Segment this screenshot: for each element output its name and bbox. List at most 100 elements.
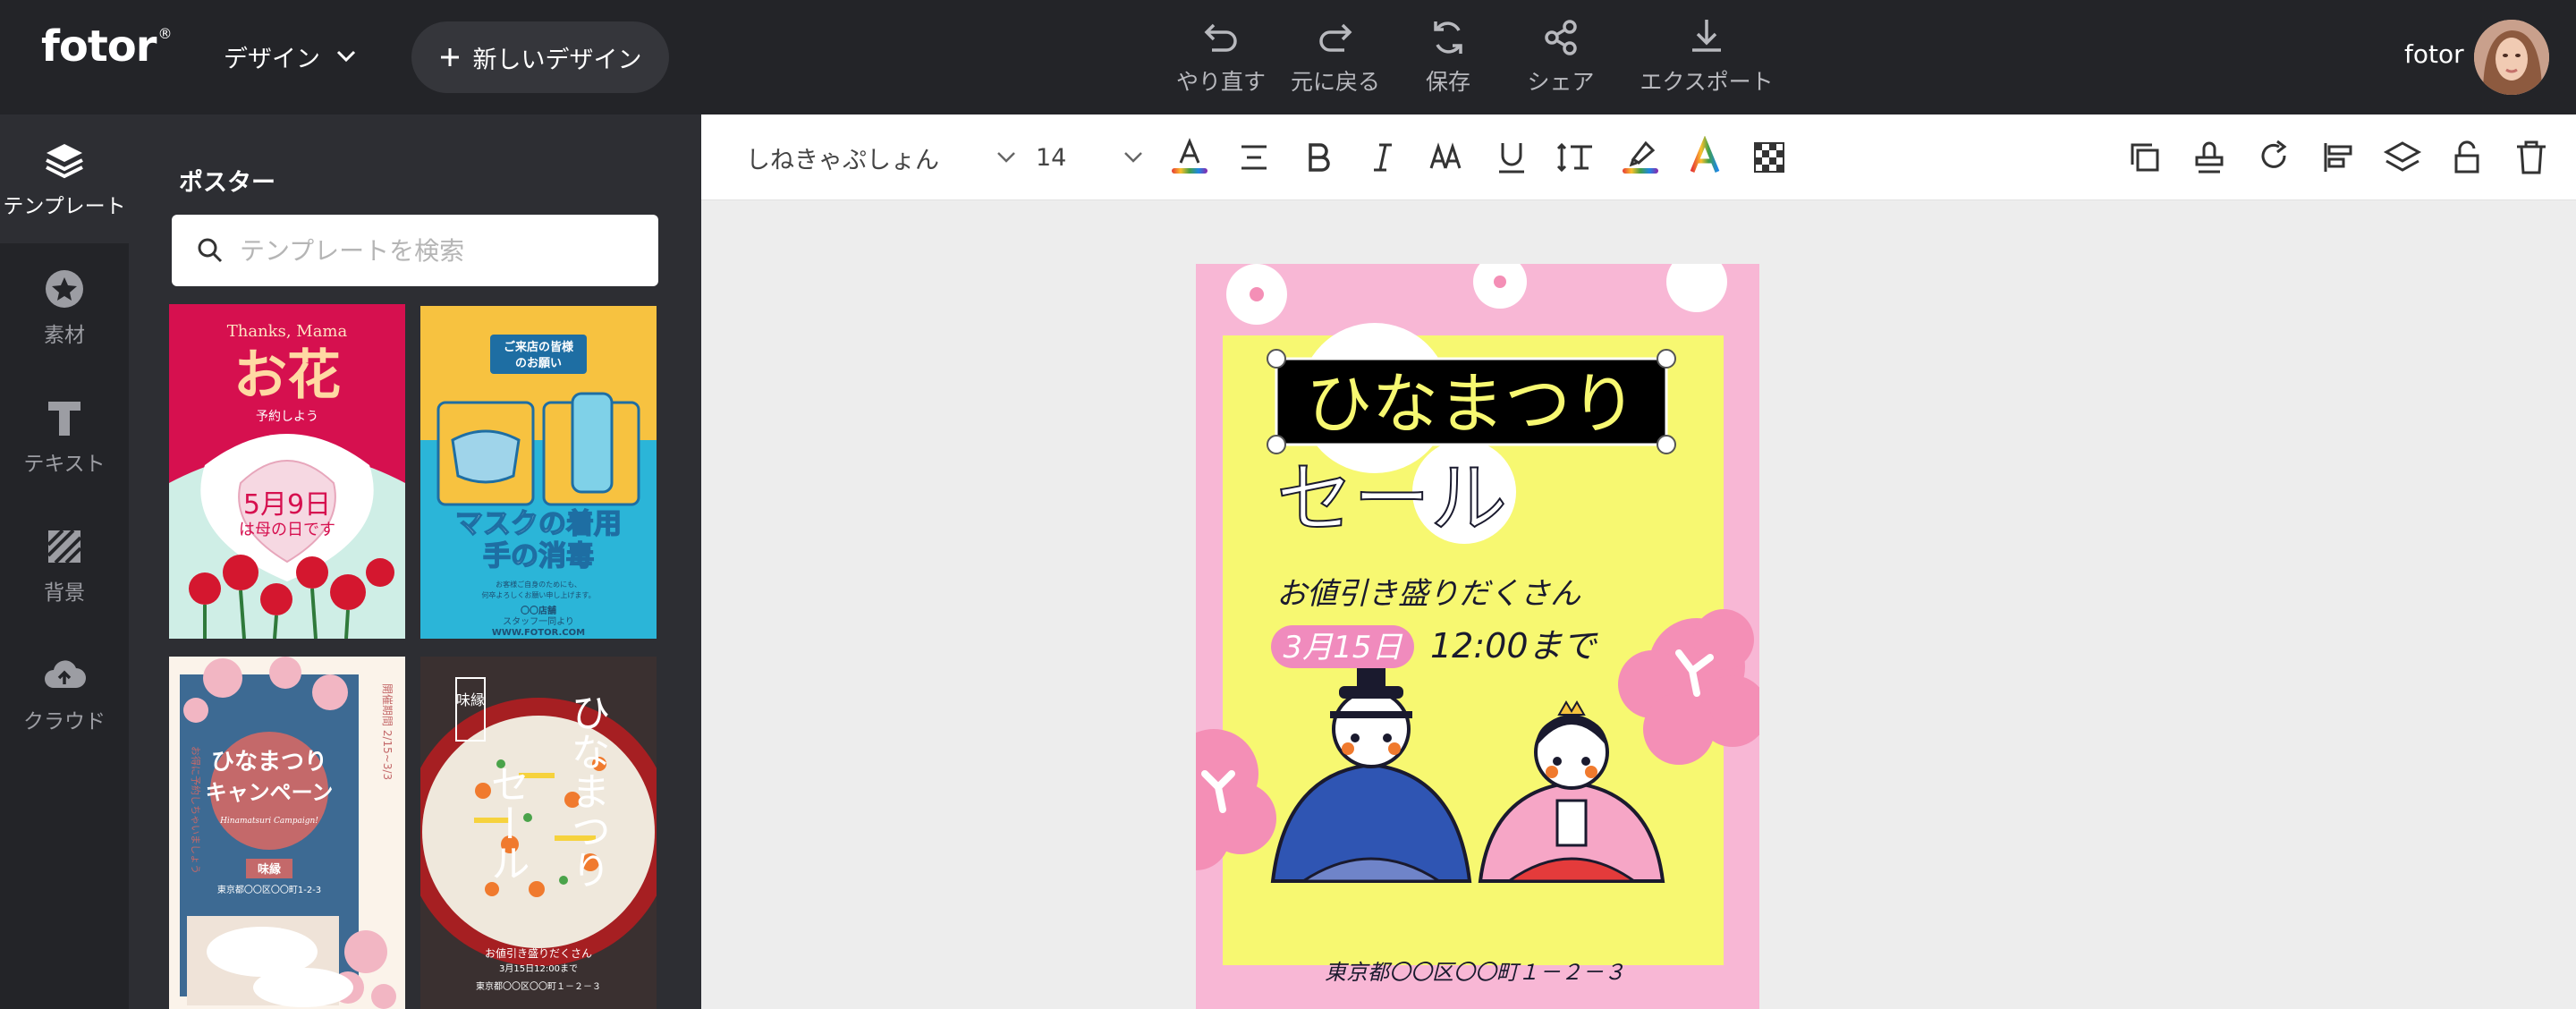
nav-background-label: 背景 — [44, 581, 85, 605]
tpl1-text-2: 予約しよう — [256, 410, 318, 424]
bold-icon — [1309, 143, 1330, 172]
tpl4-text-5: 東京都〇〇区〇〇町１－２－３ — [476, 980, 601, 992]
new-design-label: 新しいデザイン — [472, 46, 642, 74]
resize-handle-bottom-right[interactable] — [1657, 435, 1676, 454]
tpl1-text-4: は母の日です — [239, 521, 335, 539]
header-tools: やり直す 元に戻る 保存 シェア エクスポート — [1163, 16, 1796, 97]
nav-text[interactable]: テキスト — [0, 372, 129, 501]
nav-elements-label: 素材 — [44, 324, 85, 347]
font-size-value: 14 — [1036, 143, 1067, 172]
case-button[interactable] — [1426, 136, 1469, 179]
tpl2-text-8: WWW.FOTOR.COM — [492, 628, 585, 638]
style-stamp-button[interactable] — [2188, 136, 2231, 179]
tpl2-text-7: スタッフ一同より — [503, 616, 574, 627]
nav-cloud-label: クラウド — [23, 710, 106, 733]
nav-templates-label: テンプレート — [3, 195, 126, 218]
layer-order-button[interactable] — [2381, 136, 2424, 179]
align-objects-button[interactable] — [2317, 136, 2360, 179]
cloud-upload-icon — [45, 660, 86, 688]
bold-button[interactable] — [1297, 136, 1340, 179]
avatar[interactable] — [2474, 20, 2549, 95]
template-hinamatsuri-campaign[interactable]: ひなまつり キャンペーン Hinamatsuri Campaign! 開催期間 … — [169, 657, 405, 1009]
top-bar: fotor ® デザイン 新しいデザイン やり直す 元に戻る 保存 シェア エクス… — [0, 0, 2576, 114]
italic-button[interactable] — [1361, 136, 1404, 179]
rotate-button[interactable] — [2252, 136, 2295, 179]
design-menu[interactable]: デザイン — [224, 36, 356, 77]
undo-button[interactable]: やり直す — [1163, 16, 1279, 97]
font-family-value: しねきゃぷしょん — [746, 146, 939, 174]
nav-background[interactable]: 背景 — [0, 501, 129, 630]
spacing-button[interactable] — [1555, 136, 1597, 179]
avatar-image — [2474, 20, 2549, 95]
underline-icon — [1499, 143, 1524, 174]
poster-art: ひなまつり セール お値引き盛りだくさん 3月15日 12:00まで 東京都〇〇… — [1196, 264, 1759, 1009]
font-size-select[interactable]: 14 — [1036, 140, 1143, 175]
nav-cloud[interactable]: クラウド — [0, 630, 129, 759]
tpl2-text-5: 何卒よろしくお願い申し上げます。 — [481, 590, 595, 599]
template-search[interactable] — [172, 215, 658, 286]
text-case-icon — [1429, 142, 1462, 169]
text-format-toolbar: しねきゃぷしょん 14 — [701, 114, 2576, 200]
redo-button[interactable]: 元に戻る — [1279, 16, 1392, 97]
export-label: エクスポート — [1640, 69, 1774, 95]
search-input[interactable] — [240, 235, 633, 266]
poster-address[interactable]: 東京都〇〇区〇〇町１－２－３ — [1325, 960, 1625, 985]
gradient-text-button[interactable] — [1683, 136, 1726, 179]
resize-handle-top-left[interactable] — [1267, 349, 1286, 369]
resize-handle-bottom-left[interactable] — [1267, 435, 1286, 454]
duplicate-button[interactable] — [2123, 136, 2166, 179]
text-color-button[interactable] — [1168, 136, 1211, 179]
save-button[interactable]: 保存 — [1392, 16, 1504, 97]
align-button[interactable] — [1233, 136, 1275, 179]
tpl3-text-6: 東京都〇〇区〇〇町1-2-3 — [217, 884, 321, 895]
text-color-icon — [1172, 138, 1208, 174]
share-button[interactable]: シェア — [1504, 16, 1617, 97]
resize-handle-top-right[interactable] — [1657, 349, 1676, 369]
template-mask-notice-art: ご来店の皆様 のお願い マスクの着用 手の消毒 お客様ご自身のためにも、 何卒よ… — [420, 306, 657, 639]
fotor-logo[interactable]: fotor ® — [41, 21, 172, 72]
transparency-button[interactable] — [1748, 136, 1791, 179]
template-hinamatsuri-campaign-art: ひなまつり キャンペーン Hinamatsuri Campaign! 開催期間 … — [169, 657, 405, 1009]
undo-icon — [1204, 23, 1237, 52]
chevron-down-icon — [997, 152, 1015, 163]
tpl3-text-0: ひなまつり — [211, 749, 327, 776]
redo-icon — [1319, 23, 1352, 52]
redo-label: 元に戻る — [1290, 69, 1380, 95]
highlighter-icon — [1623, 140, 1658, 174]
template-mothers-day[interactable]: Thanks, Mama お花 予約しよう 5月9日 は母の日です — [169, 304, 405, 639]
export-icon — [1692, 20, 1721, 52]
tpl1-text-1: お花 — [233, 344, 341, 407]
user-name[interactable]: fotor — [2404, 39, 2464, 69]
poster-title[interactable]: ひなまつり — [1306, 366, 1637, 443]
tpl3-text-4: お得に予約しちゃいましょう — [190, 746, 202, 874]
nav-templates[interactable]: テンプレート — [0, 114, 129, 243]
font-family-select[interactable]: しねきゃぷしょん — [746, 140, 1016, 175]
delete-button[interactable] — [2510, 136, 2553, 179]
highlight-button[interactable] — [1619, 136, 1662, 179]
align-center-icon — [1241, 145, 1267, 170]
tpl3-text-1: キャンペーン — [206, 780, 334, 805]
poster-tagline[interactable]: お値引き盛りだくさん — [1276, 576, 1581, 612]
chevron-down-icon — [336, 50, 356, 63]
template-hinamatsuri-sale-food[interactable]: 味縁 ひなまつり セール お値引き盛りだくさん 3月15日12:00まで 東京都… — [420, 657, 657, 1009]
duplicate-icon — [2131, 143, 2159, 172]
new-design-button[interactable]: 新しいデザイン — [411, 21, 669, 93]
italic-icon — [1374, 143, 1392, 172]
trash-icon — [2517, 140, 2546, 174]
underline-button[interactable] — [1490, 136, 1533, 179]
save-icon — [1434, 21, 1462, 54]
export-button[interactable]: エクスポート — [1617, 16, 1796, 97]
poster-subtitle[interactable]: セール — [1275, 454, 1508, 545]
save-label: 保存 — [1425, 69, 1470, 95]
stamp-icon — [2195, 141, 2224, 174]
poster-canvas[interactable]: ひなまつり セール お値引き盛りだくさん 3月15日 12:00まで 東京都〇〇… — [1196, 264, 1759, 1009]
tpl4-text-3: お値引き盛りだくさん — [485, 946, 592, 960]
poster-date[interactable]: 3月15日 — [1284, 630, 1403, 666]
template-mask-notice[interactable]: ご来店の皆様 のお願い マスクの着用 手の消毒 お客様ご自身のためにも、 何卒よ… — [420, 306, 657, 639]
lock-button[interactable] — [2445, 136, 2488, 179]
nav-elements[interactable]: 素材 — [0, 243, 129, 372]
star-icon — [46, 270, 83, 308]
poster-time[interactable]: 12:00まで — [1430, 626, 1599, 666]
plus-icon — [440, 48, 459, 66]
tpl2-text-1: のお願い — [515, 357, 562, 370]
